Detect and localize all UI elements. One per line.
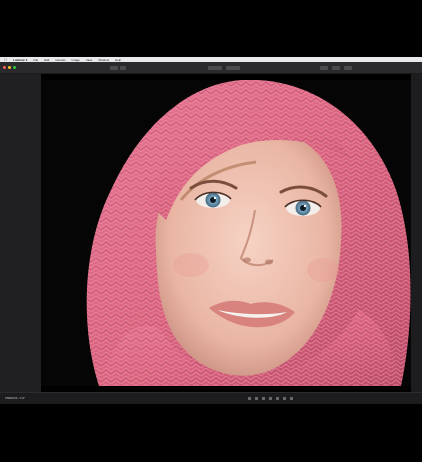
status-bar: IMG0054.tif (0, 392, 422, 404)
toolbar-add-button[interactable] (110, 66, 118, 70)
file-name: IMG0054.tif (5, 397, 25, 400)
undo-icon[interactable] (248, 397, 251, 400)
toolbar-zoom-button[interactable] (208, 66, 222, 70)
zoom-fit-icon[interactable] (269, 397, 272, 400)
menu-canvas[interactable]: Canvas (55, 58, 65, 62)
fullscreen-icon[interactable] (290, 397, 293, 400)
window-controls (3, 66, 16, 69)
toolbar-view-button[interactable] (120, 66, 126, 70)
compare-icon[interactable] (262, 397, 265, 400)
app-toolbar (0, 62, 422, 74)
menu-help[interactable]: Help (115, 58, 121, 62)
left-sidebar (0, 74, 41, 392)
image-viewer[interactable] (41, 80, 411, 386)
window-close-icon[interactable] (3, 66, 6, 69)
menu-edit[interactable]: Edit (44, 58, 49, 62)
zoom-out-icon[interactable] (283, 397, 286, 400)
toolbar-info-button[interactable] (344, 66, 352, 70)
menu-window[interactable]: Window (98, 58, 109, 62)
menu-app-name[interactable]: Luminar 4 (13, 58, 27, 62)
window-minimize-icon[interactable] (8, 66, 11, 69)
window-maximize-icon[interactable] (13, 66, 16, 69)
menu-view[interactable]: View (86, 58, 92, 62)
screen:  Luminar 4 File Edit Canvas Image View … (0, 0, 422, 462)
toolbar-compare-button[interactable] (226, 66, 240, 70)
redo-icon[interactable] (255, 397, 258, 400)
right-panel (411, 74, 422, 392)
toolbar-layers-button[interactable] (320, 66, 328, 70)
menu-image[interactable]: Image (72, 58, 80, 62)
toolbar-canvas-button[interactable] (332, 66, 340, 70)
portrait-photo (41, 80, 411, 386)
menu-file[interactable]: File (33, 58, 38, 62)
zoom-in-icon[interactable] (276, 397, 279, 400)
view-controls (248, 397, 293, 400)
